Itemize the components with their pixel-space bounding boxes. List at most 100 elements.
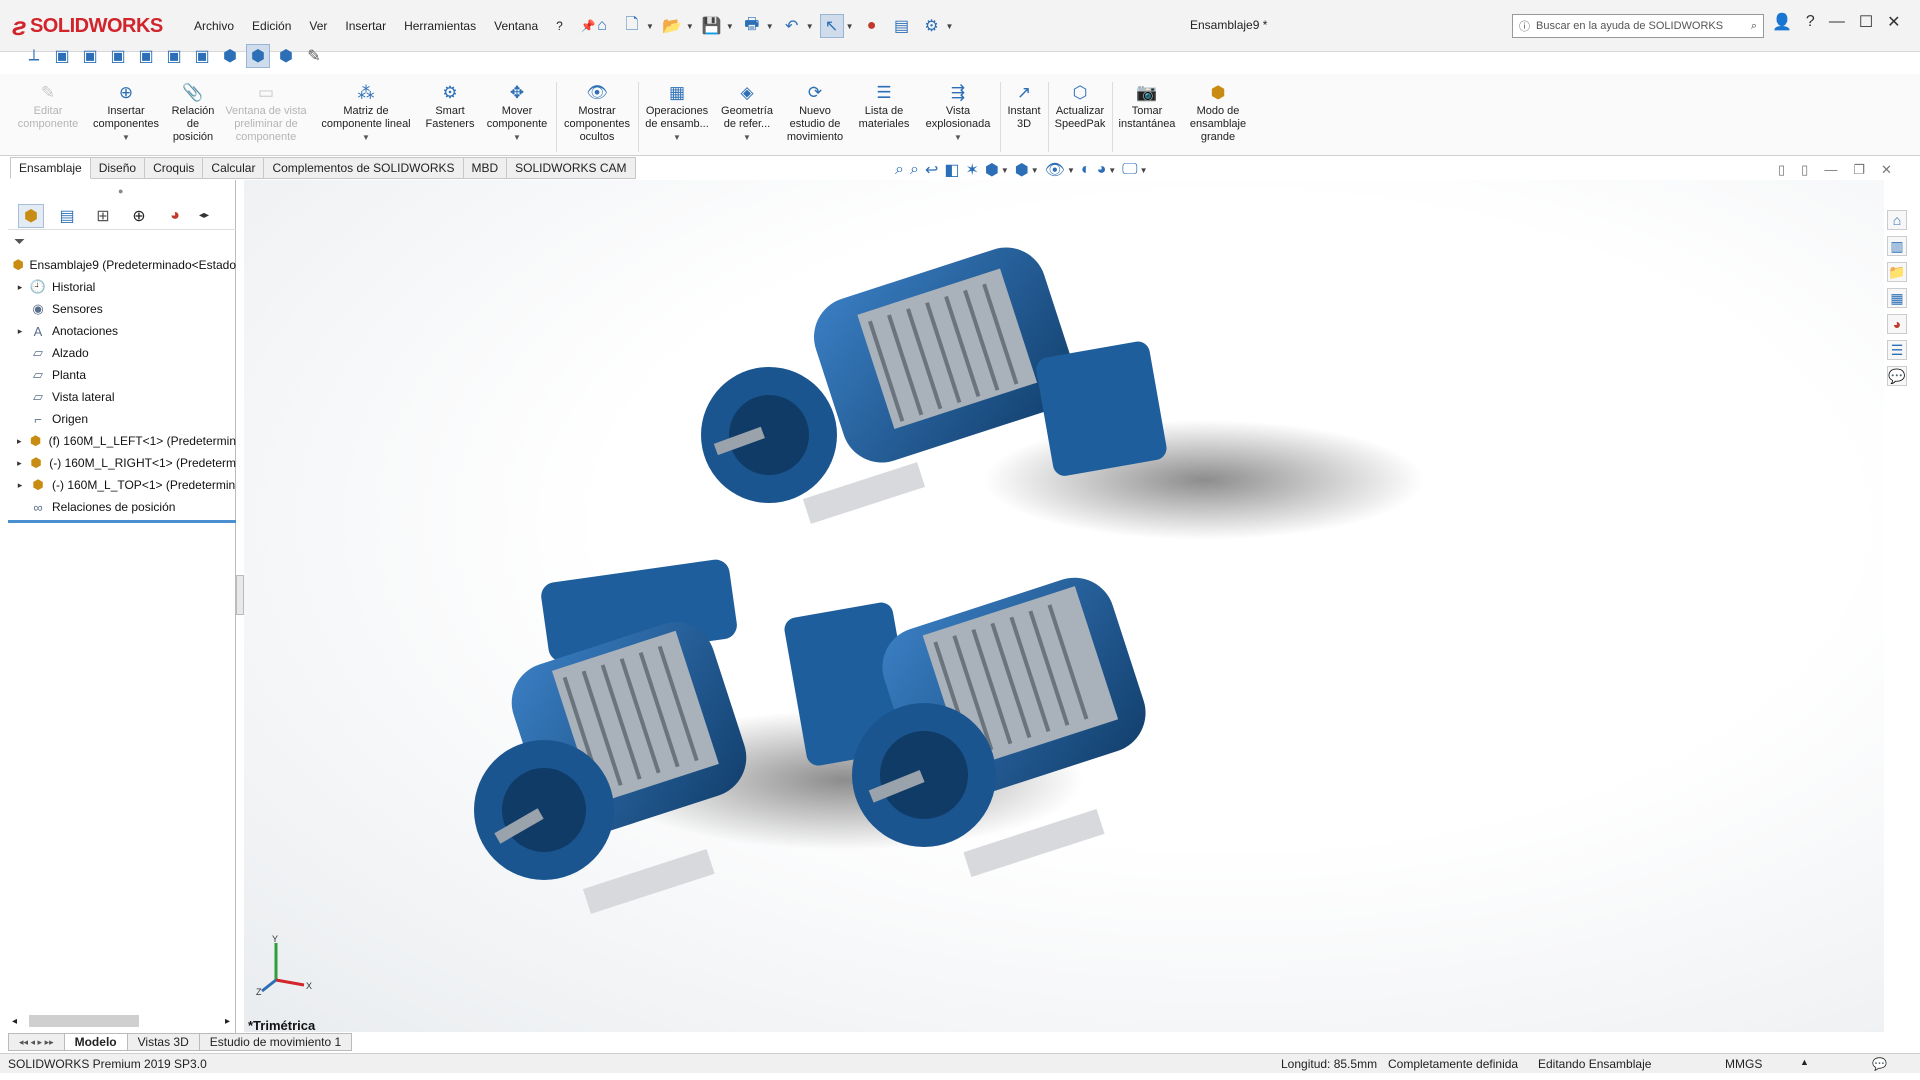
take-snapshot-button[interactable]: 📷 Tomar instantánea xyxy=(1116,82,1178,131)
chevron-down-icon[interactable]: ▼ xyxy=(1108,166,1116,175)
tree-item[interactable]: ▸ ⬢ (-) 160M_L_TOP<1> (Predetermin xyxy=(8,474,236,496)
tree-item[interactable]: ▸ A Anotaciones xyxy=(8,320,236,342)
assembly-features-button[interactable]: ▦ Operaciones de ensamb... ▼ xyxy=(640,82,714,144)
solidworks-logo[interactable]: ƨ SOLIDWORKS xyxy=(12,8,163,44)
zoom-to-fit-icon[interactable]: ⌕ xyxy=(895,161,904,179)
instant-3d-button[interactable]: ↗ Instant 3D xyxy=(1004,82,1044,131)
dimetric-view-icon[interactable]: ⬢ xyxy=(274,44,298,68)
tree-item[interactable]: ∞ Relaciones de posición xyxy=(8,496,236,518)
tree-item[interactable]: ◉ Sensores xyxy=(8,298,236,320)
chevron-down-icon[interactable]: ▼ xyxy=(743,131,751,144)
display-style-icon[interactable]: ⬢ xyxy=(1015,160,1029,180)
graphics-area[interactable] xyxy=(244,180,1884,1032)
sketch-tool-icon[interactable]: ✎ xyxy=(302,44,326,68)
select-pointer-icon[interactable]: ↖ xyxy=(819,14,844,38)
chevron-down-icon[interactable]: ▼ xyxy=(646,22,654,31)
tile-left-icon[interactable]: ▯ xyxy=(1778,162,1785,178)
units-chevron-up-icon[interactable]: ▲ xyxy=(1800,1057,1809,1067)
tab-ensamblaje[interactable]: Ensamblaje xyxy=(10,157,91,179)
minimize-icon[interactable]: — xyxy=(1829,13,1845,31)
expand-arrow-icon[interactable]: ▸ xyxy=(12,282,28,293)
chevron-down-icon[interactable]: ▼ xyxy=(766,22,774,31)
right-view-icon[interactable]: ▣ xyxy=(134,44,158,68)
doc-restore-icon[interactable]: ❐ xyxy=(1853,162,1865,178)
custom-properties-icon[interactable]: ☰ xyxy=(1887,340,1907,360)
chevron-down-icon[interactable]: ▼ xyxy=(673,131,681,144)
tree-item[interactable]: ▱ Planta xyxy=(8,364,236,386)
left-view-icon[interactable]: ▣ xyxy=(106,44,130,68)
menu-herramientas[interactable]: Herramientas xyxy=(395,19,485,33)
bill-of-materials-button[interactable]: ☰ Lista de materiales xyxy=(852,82,916,131)
top-view-icon[interactable]: ▣ xyxy=(162,44,186,68)
tree-item[interactable]: ⌐ Origen xyxy=(8,408,236,430)
front-view-icon[interactable]: ▣ xyxy=(50,44,74,68)
motor-bottom-left[interactable] xyxy=(474,558,757,914)
chevron-down-icon[interactable]: ▼ xyxy=(1001,166,1009,175)
show-hidden-components-button[interactable]: 👁 Mostrar componentes ocultos xyxy=(562,82,632,144)
menu-ventana[interactable]: Ventana xyxy=(485,19,547,33)
property-manager-icon[interactable]: ▤ xyxy=(54,204,80,228)
design-library-icon[interactable]: ▥ xyxy=(1887,236,1907,256)
assembly-model[interactable] xyxy=(244,180,1884,1032)
chevron-down-icon[interactable]: ▼ xyxy=(686,22,694,31)
undo-icon[interactable]: ↶ xyxy=(780,14,804,38)
chevron-down-icon[interactable]: ▼ xyxy=(122,131,130,144)
apply-scene-icon[interactable]: ◕ xyxy=(1097,161,1107,179)
move-component-button[interactable]: ✥ Mover componente ▼ xyxy=(482,82,552,144)
tab-estudio-movimiento[interactable]: Estudio de movimiento 1 xyxy=(199,1033,353,1051)
panel-splitter[interactable] xyxy=(236,575,244,615)
print-icon[interactable]: 🖶 xyxy=(740,14,764,38)
chevron-down-icon[interactable]: ▼ xyxy=(946,22,954,31)
help-search-input[interactable]: ⓘ Buscar en la ayuda de SOLIDWORKS ⌕ xyxy=(1512,14,1764,38)
doc-minimize-icon[interactable]: — xyxy=(1824,162,1837,178)
display-manager-icon[interactable]: ◕ xyxy=(162,204,188,228)
insert-components-button[interactable]: ⊕ Insertar componentes ▼ xyxy=(88,82,164,144)
file-properties-icon[interactable]: ▤ xyxy=(890,14,914,38)
update-speedpak-button[interactable]: ⬡ Actualizar SpeedPak xyxy=(1052,82,1108,131)
menu-edicion[interactable]: Edición xyxy=(243,19,300,33)
tab-diseno[interactable]: Diseño xyxy=(90,157,146,179)
tab-croquis[interactable]: Croquis xyxy=(145,157,204,179)
tabs-scroll-icon[interactable]: ◂▸ xyxy=(198,204,210,228)
back-view-icon[interactable]: ▣ xyxy=(78,44,102,68)
unit-system[interactable]: MMGS xyxy=(1725,1057,1762,1071)
chevron-down-icon[interactable]: ▼ xyxy=(726,22,734,31)
tree-item[interactable]: ▸ ⬢ (-) 160M_L_RIGHT<1> (Predeterm xyxy=(8,452,236,474)
scroll-right-icon[interactable]: ▸ xyxy=(225,1016,230,1027)
chevron-down-icon[interactable]: ▼ xyxy=(513,131,521,144)
expand-arrow-icon[interactable]: ▸ xyxy=(12,436,26,447)
dimxpert-manager-icon[interactable]: ⊕ xyxy=(126,204,152,228)
file-explorer-icon[interactable]: 📁 xyxy=(1887,262,1907,282)
linear-pattern-button[interactable]: ⁂ Matriz de componente lineal ▼ xyxy=(316,82,416,144)
tree-item[interactable]: ▸ 🕘 Historial xyxy=(8,276,236,298)
tab-complementos[interactable]: Complementos de SOLIDWORKS xyxy=(264,157,464,179)
tab-scroll-arrows[interactable]: ◂◂ ◂ ▸ ▸▸ xyxy=(8,1033,65,1051)
maximize-icon[interactable]: ☐ xyxy=(1859,12,1873,32)
chevron-down-icon[interactable]: ▼ xyxy=(846,22,854,31)
tree-item[interactable]: ▸ ⬢ (f) 160M_L_LEFT<1> (Predetermin xyxy=(8,430,236,452)
search-icon[interactable]: ⌕ xyxy=(1751,20,1757,33)
chevron-down-icon[interactable]: ▼ xyxy=(1031,166,1039,175)
normal-to-icon[interactable]: ⟂ xyxy=(22,44,46,68)
chevron-down-icon[interactable]: ▼ xyxy=(1140,166,1148,175)
solidworks-resources-icon[interactable]: ⌂ xyxy=(1887,210,1907,230)
tile-right-icon[interactable]: ▯ xyxy=(1801,162,1808,178)
dynamic-annotation-icon[interactable]: ✶ xyxy=(965,160,978,180)
exploded-view-button[interactable]: ⇶ Vista explosionada ▼ xyxy=(920,82,996,144)
edit-component-button[interactable]: ✎ Editar componente xyxy=(14,82,82,131)
filter-icon[interactable]: ⏷ xyxy=(14,233,25,250)
hide-show-items-icon[interactable]: 👁 xyxy=(1045,160,1065,180)
feature-tree-scrollbar[interactable]: ◂ ▸ xyxy=(12,1014,230,1028)
save-icon[interactable]: 💾 xyxy=(700,14,724,38)
rollback-bar[interactable] xyxy=(8,520,236,523)
reference-geometry-button[interactable]: ◈ Geometría de refer... ▼ xyxy=(714,82,780,144)
trimetric-view-icon[interactable]: ⬢ xyxy=(246,44,270,68)
bottom-view-icon[interactable]: ▣ xyxy=(190,44,214,68)
smart-fasteners-button[interactable]: ⚙ Smart Fasteners xyxy=(420,82,480,131)
tab-vistas-3d[interactable]: Vistas 3D xyxy=(127,1033,200,1051)
chevron-down-icon[interactable]: ▼ xyxy=(954,131,962,144)
isometric-view-icon[interactable]: ⬢ xyxy=(218,44,242,68)
tree-item[interactable]: ⬢ Ensamblaje9 (Predeterminado<Estado xyxy=(8,254,236,276)
configuration-manager-icon[interactable]: ⊞ xyxy=(90,204,116,228)
view-orientation-icon[interactable]: ⬢ xyxy=(985,160,999,180)
